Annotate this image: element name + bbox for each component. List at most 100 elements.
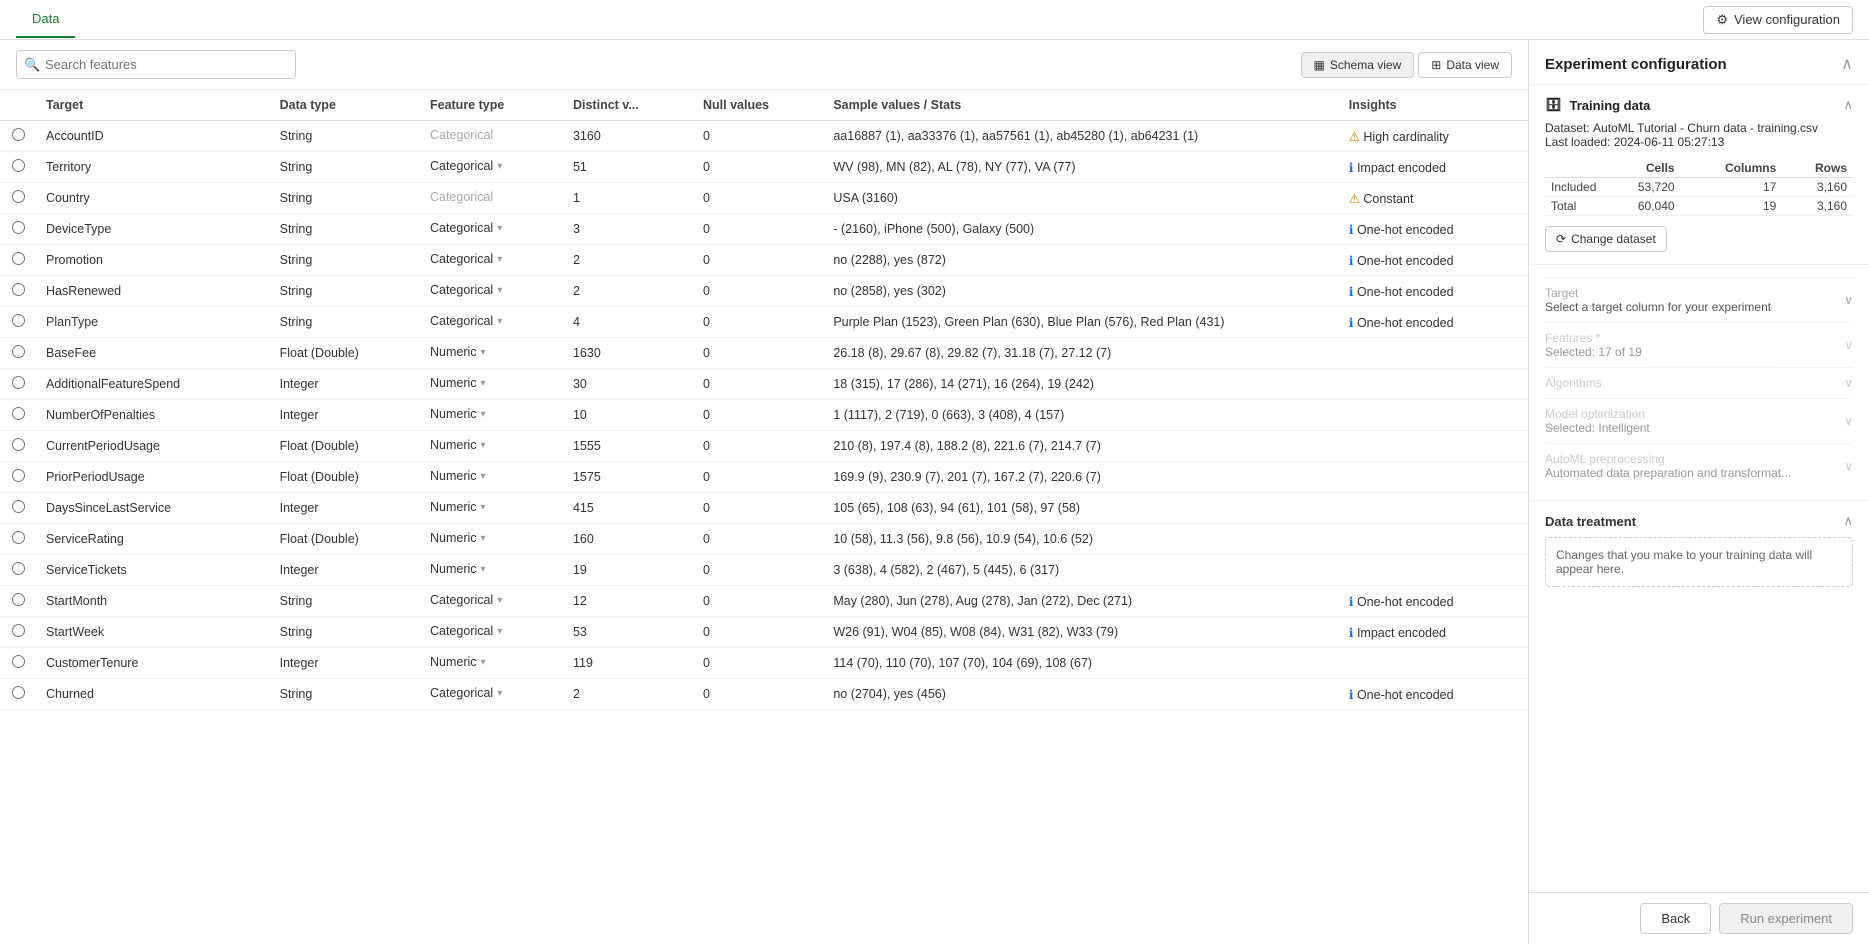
row-radio-cell[interactable]: [0, 400, 36, 431]
row-data-type: Float (Double): [270, 431, 420, 462]
row-feature-type[interactable]: Numeric ▾: [420, 648, 563, 676]
row-distinct: 1630: [563, 338, 693, 369]
target-config-label: Target: [1545, 286, 1771, 300]
row-radio-cell[interactable]: [0, 679, 36, 710]
feature-type-dropdown-icon[interactable]: ▾: [481, 347, 486, 358]
data-view-button[interactable]: ⊞ Data view: [1418, 52, 1512, 78]
row-feature-type[interactable]: Categorical ▾: [420, 276, 563, 304]
dataset-stats-table: Cells Columns Rows Included 53,720 17 3,…: [1545, 159, 1853, 216]
training-data-collapse-button[interactable]: ∧: [1843, 97, 1853, 113]
row-samples: 210 (8), 197.4 (8), 188.2 (8), 221.6 (7)…: [823, 431, 1338, 462]
change-dataset-button[interactable]: ⟳ Change dataset: [1545, 226, 1667, 252]
row-target: PlanType: [36, 307, 270, 338]
feature-type-dropdown-icon[interactable]: ▾: [481, 502, 486, 513]
row-radio-cell[interactable]: [0, 369, 36, 400]
back-button[interactable]: Back: [1640, 903, 1711, 934]
collapse-panel-button[interactable]: ∧: [1841, 54, 1853, 74]
data-treatment-collapse-button[interactable]: ∧: [1843, 513, 1853, 529]
row-insight: [1339, 400, 1528, 431]
row-null-values: 0: [693, 121, 823, 152]
row-feature-type[interactable]: Categorical ▾: [420, 214, 563, 242]
row-target: StartWeek: [36, 617, 270, 648]
row-feature-type[interactable]: Numeric ▾: [420, 524, 563, 552]
row-radio-cell[interactable]: [0, 307, 36, 338]
row-feature-type[interactable]: Categorical ▾: [420, 245, 563, 273]
target-config-row[interactable]: Target Select a target column for your e…: [1545, 277, 1853, 322]
schema-view-button[interactable]: ▦ Schema view: [1301, 52, 1415, 78]
row-feature-type[interactable]: Categorical: [420, 183, 563, 211]
row-radio-cell[interactable]: [0, 462, 36, 493]
feature-type-dropdown-icon[interactable]: ▾: [497, 223, 502, 234]
feature-type-dropdown-icon[interactable]: ▾: [481, 440, 486, 451]
row-radio-cell[interactable]: [0, 648, 36, 679]
feature-type-dropdown-icon[interactable]: ▾: [481, 564, 486, 575]
row-radio-cell[interactable]: [0, 183, 36, 214]
row-feature-type[interactable]: Numeric ▾: [420, 462, 563, 490]
row-radio-cell[interactable]: [0, 493, 36, 524]
row-insight: [1339, 431, 1528, 462]
dataset-label: Dataset:: [1545, 121, 1590, 135]
stats-columns-included: 17: [1681, 178, 1783, 197]
feature-type-dropdown-icon[interactable]: ▾: [497, 161, 502, 172]
algorithms-config-label: Algorithms: [1545, 376, 1602, 390]
row-feature-type[interactable]: Categorical ▾: [420, 307, 563, 335]
row-insight: ⚠ Constant: [1339, 183, 1528, 214]
row-data-type: Integer: [270, 493, 420, 524]
row-feature-type[interactable]: Numeric ▾: [420, 555, 563, 583]
row-feature-type[interactable]: Categorical ▾: [420, 679, 563, 707]
tab-bar: Data ⚙ View configuration: [0, 0, 1869, 40]
row-feature-type[interactable]: Numeric ▾: [420, 400, 563, 428]
run-experiment-button[interactable]: Run experiment: [1719, 903, 1853, 934]
row-distinct: 30: [563, 369, 693, 400]
row-radio-cell[interactable]: [0, 152, 36, 183]
row-feature-type[interactable]: Categorical ▾: [420, 152, 563, 180]
row-feature-type[interactable]: Numeric ▾: [420, 431, 563, 459]
feature-type-dropdown-icon[interactable]: ▾: [481, 657, 486, 668]
row-feature-type[interactable]: Numeric ▾: [420, 493, 563, 521]
row-feature-type[interactable]: Numeric ▾: [420, 369, 563, 397]
search-input[interactable]: [16, 50, 296, 79]
view-configuration-button[interactable]: ⚙ View configuration: [1703, 6, 1853, 34]
insight-text: One-hot encoded: [1357, 595, 1454, 609]
row-radio-cell[interactable]: [0, 276, 36, 307]
col-insights: Insights: [1339, 90, 1528, 121]
table-row: HasRenewedStringCategorical ▾20no (2858)…: [0, 276, 1528, 307]
feature-type-dropdown-icon[interactable]: ▾: [497, 316, 502, 327]
row-radio-cell[interactable]: [0, 431, 36, 462]
row-data-type: String: [270, 121, 420, 152]
feature-type-dropdown-icon[interactable]: ▾: [497, 254, 502, 265]
row-radio-cell[interactable]: [0, 617, 36, 648]
col-samples: Sample values / Stats: [823, 90, 1338, 121]
tab-data[interactable]: Data: [16, 1, 75, 38]
feature-type-dropdown-icon[interactable]: ▾: [497, 688, 502, 699]
feature-type-dropdown-icon[interactable]: ▾: [481, 471, 486, 482]
feature-type-dropdown-icon[interactable]: ▾: [481, 409, 486, 420]
row-radio-cell[interactable]: [0, 586, 36, 617]
table-row: PlanTypeStringCategorical ▾40Purple Plan…: [0, 307, 1528, 338]
row-radio-cell[interactable]: [0, 338, 36, 369]
row-samples: 3 (638), 4 (582), 2 (467), 5 (445), 6 (3…: [823, 555, 1338, 586]
row-radio-cell[interactable]: [0, 214, 36, 245]
row-radio-cell[interactable]: [0, 555, 36, 586]
feature-type-dropdown-icon[interactable]: ▾: [497, 285, 502, 296]
row-distinct: 51: [563, 152, 693, 183]
insight-text: Constant: [1363, 192, 1413, 206]
row-feature-type[interactable]: Categorical ▾: [420, 586, 563, 614]
row-insight: [1339, 338, 1528, 369]
row-null-values: 0: [693, 276, 823, 307]
row-radio-cell[interactable]: [0, 524, 36, 555]
feature-type-dropdown-icon[interactable]: ▾: [481, 378, 486, 389]
row-samples: 18 (315), 17 (286), 14 (271), 16 (264), …: [823, 369, 1338, 400]
insight-text: One-hot encoded: [1357, 254, 1454, 268]
row-feature-type[interactable]: Categorical ▾: [420, 617, 563, 645]
feature-type-dropdown-icon[interactable]: ▾: [497, 595, 502, 606]
feature-type-dropdown-icon[interactable]: ▾: [497, 626, 502, 637]
feature-type-dropdown-icon[interactable]: ▾: [481, 533, 486, 544]
row-radio-cell[interactable]: [0, 121, 36, 152]
row-data-type: Integer: [270, 400, 420, 431]
row-feature-type[interactable]: Categorical: [420, 121, 563, 149]
stats-row-included: Included 53,720 17 3,160: [1545, 178, 1853, 197]
row-feature-type[interactable]: Numeric ▾: [420, 338, 563, 366]
row-radio-cell[interactable]: [0, 245, 36, 276]
row-target: NumberOfPenalties: [36, 400, 270, 431]
